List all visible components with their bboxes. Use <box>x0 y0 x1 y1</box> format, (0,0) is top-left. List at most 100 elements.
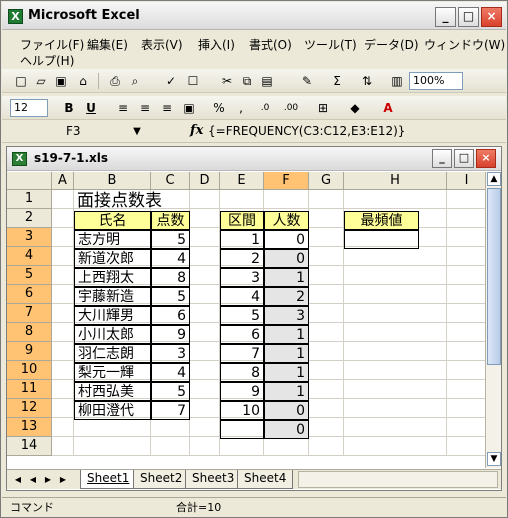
interval-cell[interactable]: 6 <box>220 325 264 344</box>
grid-cell[interactable] <box>447 380 485 399</box>
grid-cell[interactable] <box>344 190 447 209</box>
minimize-button[interactable]: _ <box>435 7 456 27</box>
grid-cell[interactable] <box>52 285 74 304</box>
paste-icon[interactable]: ▤ <box>258 72 276 90</box>
column-header[interactable]: E <box>220 172 264 190</box>
workbook-close-button[interactable]: × <box>476 149 496 168</box>
grid-cell[interactable] <box>344 361 447 380</box>
grid-cell[interactable] <box>309 304 344 323</box>
student-name-cell[interactable]: 柳田澄代 <box>74 401 151 420</box>
open-folder-icon[interactable]: ▱ <box>32 72 50 90</box>
column-header[interactable]: H <box>344 172 447 190</box>
menu-window[interactable]: ウィンドウ(W) <box>424 36 505 53</box>
sheet-tab-sheet4[interactable]: Sheet4 <box>237 470 294 489</box>
grid-cell[interactable] <box>447 323 485 342</box>
grid-cell[interactable] <box>52 247 74 266</box>
last-sheet-icon[interactable]: ▶ <box>57 473 69 486</box>
cut-icon[interactable]: ✂ <box>218 72 236 90</box>
grid-cell[interactable] <box>447 285 485 304</box>
grid-cell[interactable] <box>309 380 344 399</box>
grid-cell[interactable] <box>52 266 74 285</box>
spelling-icon[interactable]: ✓ <box>162 72 180 90</box>
chart-wizard-icon[interactable]: ▥ <box>388 72 406 90</box>
grid-cell[interactable] <box>309 342 344 361</box>
grid-cell[interactable] <box>151 437 190 456</box>
sheet-tab-sheet2[interactable]: Sheet2 <box>133 470 190 489</box>
interval-header-cell[interactable]: 区間 <box>220 211 264 230</box>
bold-icon[interactable]: B <box>60 99 78 117</box>
score-cell[interactable]: 8 <box>151 268 190 287</box>
score-cell[interactable]: 7 <box>151 401 190 420</box>
scroll-up-icon[interactable]: ▲ <box>487 172 501 186</box>
column-header[interactable]: I <box>447 172 485 190</box>
scroll-down-icon[interactable]: ▼ <box>487 452 501 466</box>
new-file-icon[interactable]: □ <box>12 72 30 90</box>
title-cell[interactable]: 面接点数表 <box>74 191 194 211</box>
workbook-minimize-button[interactable]: _ <box>432 149 452 168</box>
grid-cell[interactable] <box>190 380 220 399</box>
grid-cell[interactable] <box>344 418 447 437</box>
interval-cell[interactable]: 7 <box>220 344 264 363</box>
grid-cell[interactable] <box>190 190 220 209</box>
previous-sheet-icon[interactable]: ◀ <box>27 473 39 486</box>
interval-cell[interactable]: 9 <box>220 382 264 401</box>
row-header[interactable]: 8 <box>7 323 52 342</box>
workbook-maximize-button[interactable]: □ <box>454 149 474 168</box>
grid-cell[interactable] <box>52 323 74 342</box>
first-sheet-icon[interactable]: ◀ <box>12 473 24 486</box>
fill-color-icon[interactable]: ◆ <box>346 99 364 117</box>
grid-cell[interactable] <box>52 342 74 361</box>
row-header[interactable]: 3 <box>7 228 52 247</box>
interval-cell[interactable]: 2 <box>220 249 264 268</box>
spreadsheet-grid[interactable]: A B C D E F G H I 1 2 3 4 5 6 7 8 9 10 11 12 13 14 志方明… <box>7 172 485 468</box>
grid-cell[interactable] <box>190 247 220 266</box>
frequency-count-cell[interactable]: 1 <box>264 268 309 287</box>
menu-format[interactable]: 書式(O) <box>249 36 292 53</box>
score-cell[interactable]: 5 <box>151 287 190 306</box>
grid-cell[interactable] <box>220 190 264 209</box>
menu-file[interactable]: ファイル(F) <box>20 36 84 53</box>
score-cell[interactable]: 6 <box>151 306 190 325</box>
menu-data[interactable]: データ(D) <box>364 36 419 53</box>
next-sheet-icon[interactable]: ▶ <box>42 473 54 486</box>
name-header-cell[interactable]: 氏名 <box>74 211 151 230</box>
student-name-cell[interactable]: 大川輝男 <box>74 306 151 325</box>
grid-cell[interactable] <box>264 190 309 209</box>
grid-cell[interactable] <box>190 266 220 285</box>
research-icon[interactable]: ☐ <box>184 72 202 90</box>
grid-cell[interactable] <box>74 418 151 437</box>
interval-cell[interactable]: 4 <box>220 287 264 306</box>
row-header[interactable]: 4 <box>7 247 52 266</box>
function-icon[interactable]: fx <box>190 123 203 138</box>
grid-cell[interactable] <box>344 399 447 418</box>
borders-icon[interactable]: ⊞ <box>314 99 332 117</box>
grid-cell[interactable] <box>309 361 344 380</box>
grid-cell[interactable] <box>190 418 220 437</box>
save-icon[interactable]: ▣ <box>52 72 70 90</box>
frequency-count-cell[interactable]: 2 <box>264 287 309 306</box>
menu-edit[interactable]: 編集(E) <box>87 36 128 53</box>
grid-cell[interactable] <box>309 266 344 285</box>
grid-cell[interactable] <box>447 418 485 437</box>
student-name-cell[interactable]: 羽仁志朗 <box>74 344 151 363</box>
grid-cell[interactable] <box>74 437 151 456</box>
row-header[interactable]: 1 <box>7 190 52 209</box>
comma-style-icon[interactable]: , <box>232 99 250 117</box>
grid-cell[interactable] <box>309 247 344 266</box>
grid-cell[interactable] <box>190 228 220 247</box>
grid-cell[interactable] <box>52 228 74 247</box>
student-name-cell[interactable]: 志方明 <box>74 230 151 249</box>
grid-cell[interactable] <box>190 285 220 304</box>
mode-header-cell[interactable]: 最頻値 <box>344 211 419 230</box>
align-center-icon[interactable]: ≡ <box>136 99 154 117</box>
frequency-count-cell[interactable]: 1 <box>264 363 309 382</box>
grid-cell[interactable] <box>344 266 447 285</box>
grid-cell[interactable] <box>190 399 220 418</box>
vertical-scrollbar[interactable]: ▲ ▼ <box>485 172 501 468</box>
grid-cell[interactable] <box>151 418 190 437</box>
name-box-dropdown-icon[interactable]: ▼ <box>128 123 146 141</box>
name-box[interactable]: F3 <box>10 123 142 141</box>
interval-cell[interactable]: 3 <box>220 268 264 287</box>
close-button[interactable]: × <box>481 7 502 27</box>
score-cell[interactable]: 4 <box>151 363 190 382</box>
